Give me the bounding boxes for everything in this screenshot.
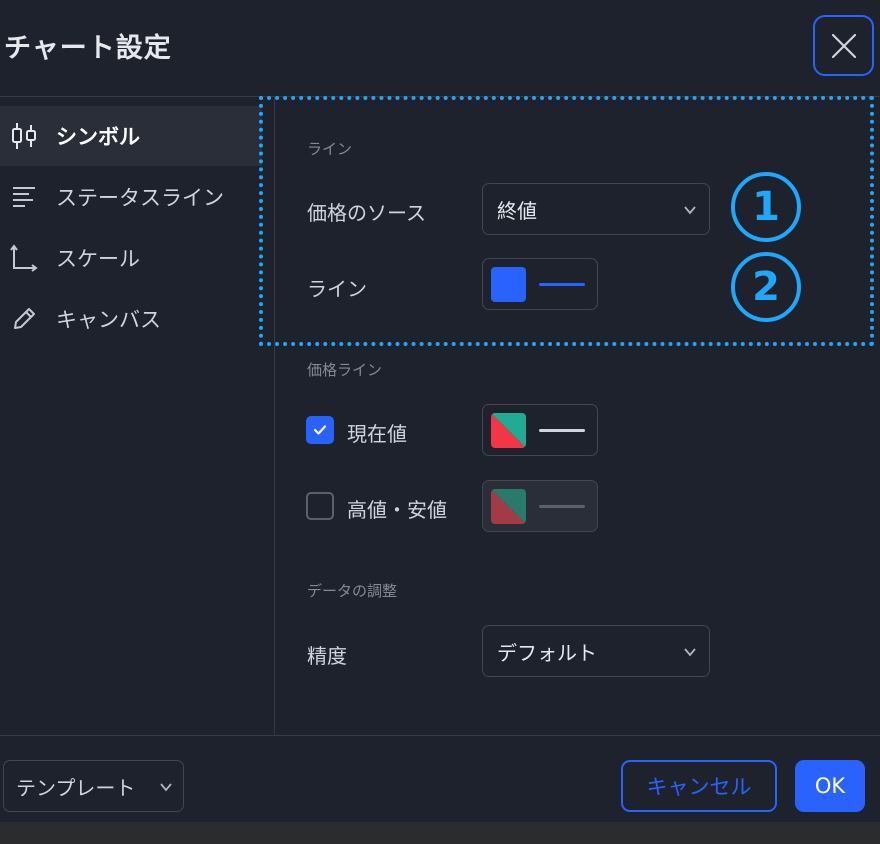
ok-button[interactable]: OK	[795, 760, 865, 812]
sidebar: シンボル ステータスライン スケール キャンバス	[0, 97, 275, 735]
chevron-down-icon	[684, 206, 696, 215]
precision-select[interactable]: デフォルト	[482, 625, 710, 677]
section-heading-price-line: 価格ライン	[307, 361, 383, 379]
current-value-style-button[interactable]	[482, 404, 598, 456]
checkmark-icon	[313, 425, 327, 435]
template-label: テンプレート	[16, 775, 136, 800]
current-value-label: 現在値	[347, 422, 407, 446]
sidebar-item-label: スケール	[56, 247, 140, 271]
candlestick-icon	[8, 120, 40, 152]
sidebar-item-status-line[interactable]: ステータスライン	[0, 167, 262, 227]
chevron-down-icon	[160, 783, 172, 792]
pencil-icon	[8, 303, 40, 335]
precision-label: 精度	[307, 644, 347, 668]
precision-value: デフォルト	[497, 640, 597, 665]
high-low-checkbox[interactable]	[306, 492, 334, 520]
bottom-strip	[0, 822, 880, 844]
sidebar-item-scale[interactable]: スケール	[0, 228, 262, 288]
section-heading-data: データの調整	[307, 582, 398, 600]
current-value-color-swatch	[491, 413, 526, 448]
high-low-line-preview	[539, 505, 585, 508]
chevron-down-icon	[684, 648, 696, 657]
sidebar-item-label: ステータスライン	[56, 186, 224, 210]
line-label: ライン	[307, 277, 367, 301]
close-button[interactable]	[813, 15, 874, 76]
sidebar-item-symbol[interactable]: シンボル	[0, 106, 262, 166]
current-value-checkbox[interactable]	[306, 416, 334, 444]
section-heading-line: ライン	[307, 140, 353, 158]
high-low-style-button[interactable]	[482, 480, 598, 532]
dialog-header: チャート設定	[0, 0, 880, 96]
current-value-line-preview	[539, 429, 585, 432]
scale-axes-icon	[8, 242, 40, 274]
price-source-label: 価格のソース	[307, 201, 426, 225]
cancel-button[interactable]: キャンセル	[621, 760, 777, 812]
template-dropdown[interactable]: テンプレート	[3, 760, 184, 812]
sidebar-divider	[274, 97, 275, 735]
annotation-callout-1: 1	[731, 172, 801, 242]
line-preview	[539, 283, 585, 286]
sidebar-item-label: キャンバス	[56, 308, 161, 332]
price-source-value: 終値	[497, 198, 537, 223]
line-style-button[interactable]	[482, 258, 598, 310]
high-low-label: 高値・安値	[347, 498, 447, 522]
status-lines-icon	[8, 181, 40, 213]
close-icon	[831, 33, 856, 58]
high-low-color-swatch	[491, 489, 526, 524]
sidebar-item-label: シンボル	[56, 125, 140, 149]
price-source-select[interactable]: 終値	[482, 183, 710, 235]
annotation-callout-2: 2	[731, 252, 801, 322]
dialog-title: チャート設定	[4, 33, 172, 64]
footer-divider	[0, 735, 880, 736]
sidebar-item-canvas[interactable]: キャンバス	[0, 289, 262, 349]
line-color-swatch	[491, 267, 526, 302]
